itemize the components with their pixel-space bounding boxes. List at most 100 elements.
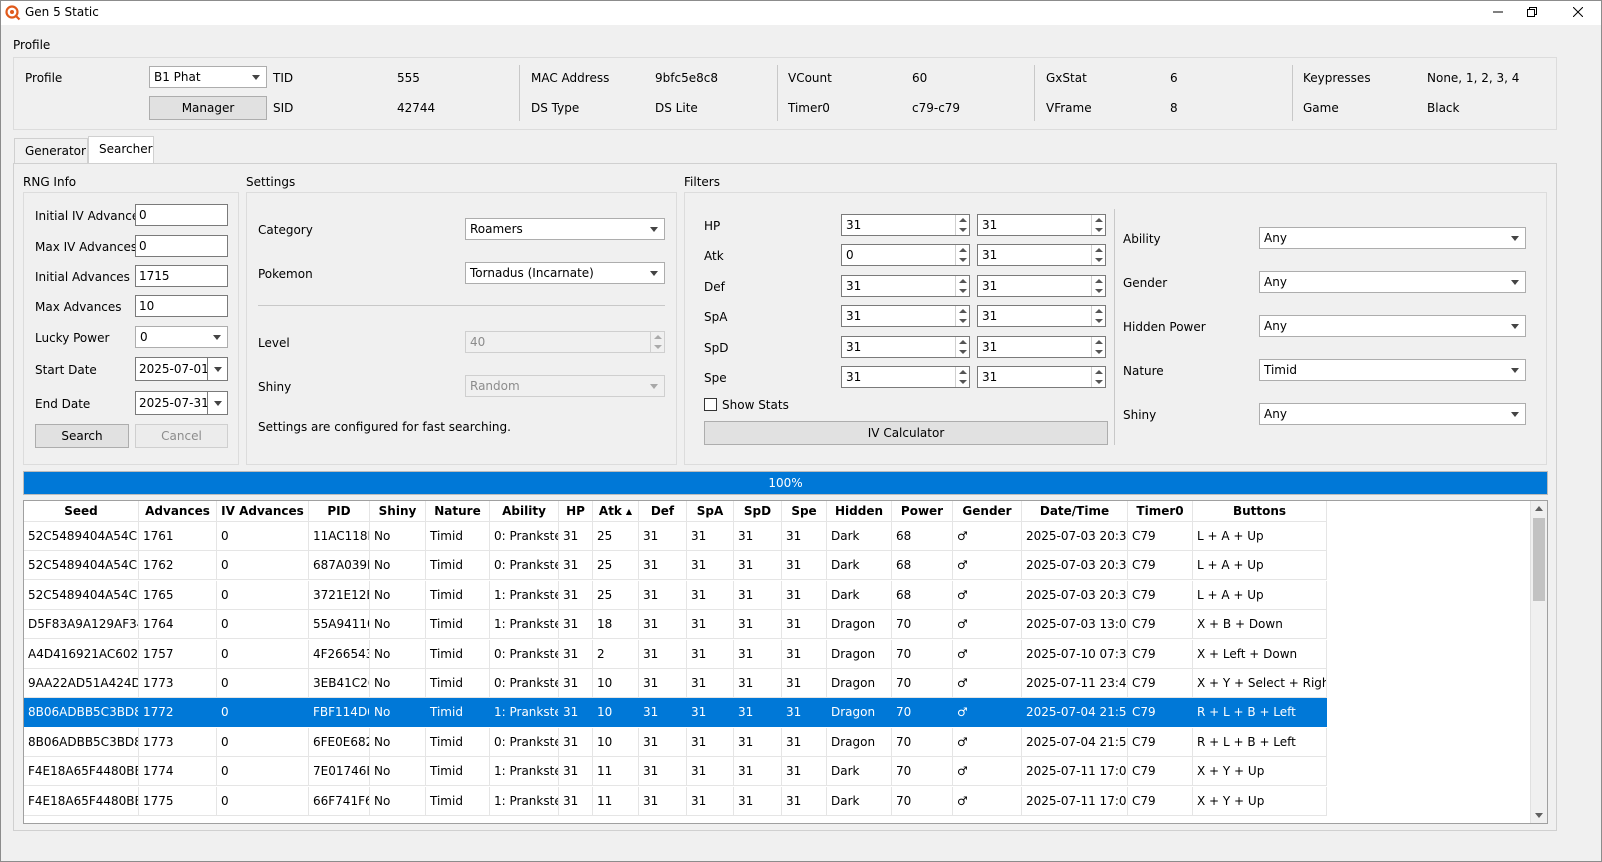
iv-calculator-button[interactable]: IV Calculator: [704, 421, 1108, 445]
table-row[interactable]: 52C5489404A54C1A176503721E12ENoTimid1: P…: [24, 580, 1327, 610]
max-advances-input[interactable]: 10: [135, 295, 228, 317]
table-cell: 31: [687, 786, 734, 816]
spin-buttons[interactable]: [955, 245, 969, 265]
results-table[interactable]: Seed Advances IV Advances PID Shiny Nature Abi…: [23, 500, 1548, 824]
column-header-nature[interactable]: Nature: [426, 501, 490, 522]
spin-buttons[interactable]: [955, 337, 969, 357]
scroll-thumb[interactable]: [1533, 518, 1545, 601]
shiny-filter-select[interactable]: Any: [1259, 403, 1526, 425]
spin-buttons[interactable]: [955, 215, 969, 235]
spin-buttons[interactable]: [1091, 215, 1105, 235]
table-row[interactable]: 9AA22AD51A424D37177303EB41C26NoTimid0: P…: [24, 669, 1327, 698]
column-header-spe[interactable]: Spe: [782, 501, 827, 522]
stat-spa-max-spinbox[interactable]: 31: [977, 305, 1106, 327]
sort-ascending-icon: ▲: [625, 506, 633, 516]
start-date-input[interactable]: 2025-07-01: [135, 357, 228, 381]
stat-spd-max-spinbox[interactable]: 31: [977, 336, 1106, 358]
stat-spd-min-spinbox[interactable]: 31: [841, 336, 970, 358]
stat-atk-min-spinbox[interactable]: 0: [841, 244, 970, 266]
tab-generator[interactable]: Generator: [14, 138, 88, 164]
table-row[interactable]: 8B06ADBB5C3BD8C1177306FE0E682NoTimid0: P…: [24, 727, 1327, 757]
column-header-timer0[interactable]: Timer0: [1128, 501, 1193, 522]
ability-select[interactable]: Any: [1259, 227, 1526, 249]
category-select[interactable]: Roamers: [465, 218, 665, 240]
spin-buttons[interactable]: [650, 332, 664, 352]
search-progress-bar: 100%: [23, 471, 1548, 495]
table-cell: 8B06ADBB5C3BD8C1: [24, 698, 139, 728]
table-row[interactable]: 8B06ADBB5C3BD8C117720FBF114D0NoTimid1: P…: [24, 698, 1327, 728]
stat-hp-min-spinbox[interactable]: 31: [841, 214, 970, 236]
scroll-down-icon[interactable]: [1535, 813, 1543, 818]
spin-buttons[interactable]: [1091, 337, 1105, 357]
search-button[interactable]: Search: [35, 424, 129, 448]
spin-buttons[interactable]: [1091, 367, 1105, 387]
column-header-hidden[interactable]: Hidden: [827, 501, 892, 522]
scroll-up-icon[interactable]: [1535, 506, 1543, 511]
spin-buttons[interactable]: [1091, 276, 1105, 296]
table-cell: Dark: [827, 551, 892, 581]
show-stats-checkbox[interactable]: [704, 398, 717, 411]
spin-buttons[interactable]: [1091, 306, 1105, 326]
column-header-shiny[interactable]: Shiny: [370, 501, 426, 522]
level-spinbox[interactable]: 40: [465, 331, 665, 353]
hidden-power-select[interactable]: Any: [1259, 315, 1526, 337]
table-row[interactable]: A4D416921AC602F6175704F266543NoTimid0: P…: [24, 639, 1327, 669]
calendar-dropdown-button[interactable]: [207, 392, 227, 414]
column-header-spa[interactable]: SpA: [687, 501, 734, 522]
spin-buttons[interactable]: [955, 276, 969, 296]
column-header-seed[interactable]: Seed: [24, 501, 139, 522]
pokemon-select[interactable]: Tornadus (Incarnate): [465, 262, 665, 284]
column-header-pid[interactable]: PID: [309, 501, 370, 522]
shiny-select[interactable]: Random: [465, 375, 665, 397]
max-iv-advances-input[interactable]: 0: [135, 235, 228, 257]
table-row[interactable]: F4E18A65F4480BE2 1775 0 66F741F6 No Timid 1: P…: [24, 786, 1327, 816]
lucky-power-select[interactable]: 0: [135, 326, 228, 348]
gender-select[interactable]: Any: [1259, 271, 1526, 293]
column-header-advances[interactable]: Advances: [139, 501, 217, 522]
column-header-gender[interactable]: Gender: [953, 501, 1022, 522]
column-header-iv-advances[interactable]: IV Advances: [217, 501, 309, 522]
stat-hp-max-spinbox[interactable]: 31: [977, 214, 1106, 236]
profile-select[interactable]: B1 Phat: [149, 66, 267, 88]
calendar-dropdown-button[interactable]: [207, 358, 227, 380]
table-row[interactable]: D5F83A9A129AF34D1764055A94110NoTimid1: P…: [24, 610, 1327, 640]
table-row[interactable]: 52C5489404A54C1A17620687A039FNoTimid0: P…: [24, 551, 1327, 581]
end-date-input[interactable]: 2025-07-31: [135, 391, 228, 415]
restore-button[interactable]: [1509, 1, 1555, 25]
stat-spe-max-spinbox[interactable]: 31: [977, 366, 1106, 388]
initial-advances-input[interactable]: 1715: [135, 265, 228, 287]
max-iv-advances-label: Max IV Advances: [35, 240, 138, 254]
table-row[interactable]: F4E18A65F4480BE2 1774 0 7E01746B No Timid 1: P…: [24, 757, 1327, 787]
column-header-def[interactable]: Def: [639, 501, 687, 522]
spin-buttons[interactable]: [1091, 245, 1105, 265]
stat-atk-max-spinbox[interactable]: 31: [977, 244, 1106, 266]
stat-def-min-spinbox[interactable]: 31: [841, 275, 970, 297]
column-header-atk[interactable]: Atk ▲: [593, 501, 639, 522]
spin-buttons[interactable]: [955, 367, 969, 387]
column-header-label: Timer0: [1136, 504, 1184, 518]
close-button[interactable]: [1555, 1, 1601, 25]
initial-iv-advances-input[interactable]: 0: [135, 204, 228, 226]
table-row[interactable]: 52C5489404A54C1A1761011AC118FNoTimid0: P…: [24, 522, 1327, 551]
spin-down-icon: [1095, 350, 1103, 354]
stat-spa-min-spinbox[interactable]: 31: [841, 305, 970, 327]
spin-buttons[interactable]: [955, 306, 969, 326]
tab-searcher[interactable]: Searcher: [88, 136, 154, 164]
vertical-scrollbar[interactable]: [1530, 501, 1547, 823]
column-header-date-time[interactable]: Date/Time: [1022, 501, 1128, 522]
stat-def-max-spinbox[interactable]: 31: [977, 275, 1106, 297]
column-header-label: Ability: [502, 504, 546, 518]
table-cell: 31: [782, 522, 827, 551]
nature-select[interactable]: Timid: [1259, 359, 1526, 381]
title-bar[interactable]: Gen 5 Static: [1, 1, 1601, 25]
manager-button[interactable]: Manager: [149, 96, 267, 120]
column-header-ability[interactable]: Ability: [490, 501, 559, 522]
column-header-power[interactable]: Power: [892, 501, 953, 522]
column-header-spd[interactable]: SpD: [734, 501, 782, 522]
column-header-hp[interactable]: HP: [559, 501, 593, 522]
stat-spe-min-spinbox[interactable]: 31: [841, 366, 970, 388]
cancel-button[interactable]: Cancel: [135, 424, 228, 448]
column-header-buttons[interactable]: Buttons: [1193, 501, 1327, 522]
table-cell: Timid: [426, 786, 490, 816]
table-cell: 31: [687, 551, 734, 581]
